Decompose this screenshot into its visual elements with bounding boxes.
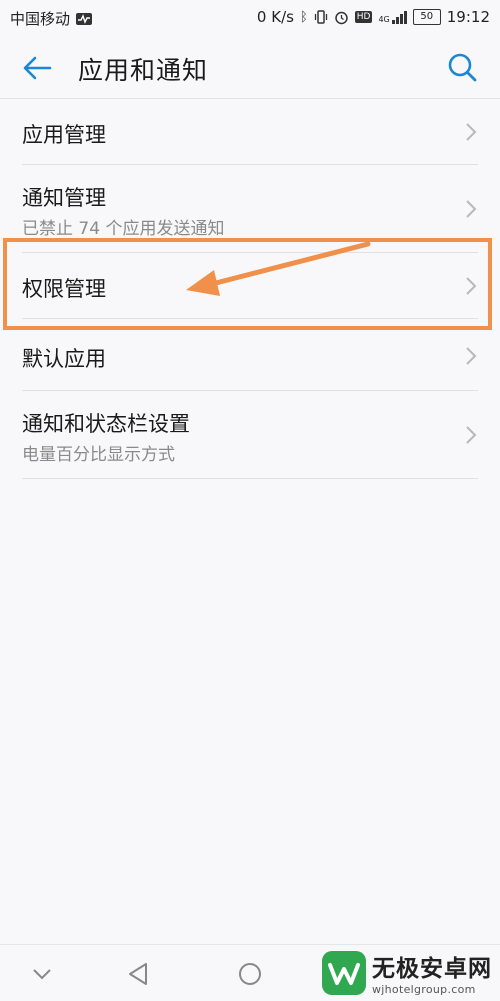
page-title: 应用和通知 [78, 56, 209, 85]
home-circle-icon[interactable] [235, 959, 265, 989]
hd-icon: HD [354, 11, 373, 23]
chevron-right-icon [466, 347, 477, 365]
chevron-right-icon [466, 277, 477, 295]
bluetooth-icon: ᛒ [299, 9, 308, 25]
search-icon [448, 53, 477, 82]
back-triangle-icon[interactable] [124, 959, 154, 989]
item-title: 通知管理 [22, 186, 106, 210]
clock: 19:12 [446, 8, 490, 26]
chevron-right-icon [466, 200, 477, 218]
app-header: 应用和通知 [0, 34, 500, 99]
item-title: 默认应用 [22, 347, 106, 371]
list-item-notification-management[interactable]: 通知管理 已禁止 74 个应用发送通知 [0, 165, 500, 253]
search-button[interactable] [444, 50, 480, 86]
divider [22, 478, 478, 479]
hide-keyboard-chevron-icon[interactable] [27, 959, 57, 989]
network-type: 4G [378, 14, 390, 24]
list-item-notification-statusbar-settings[interactable]: 通知和状态栏设置 电量百分比显示方式 [0, 391, 500, 479]
vibrate-icon [314, 10, 327, 24]
back-button[interactable] [20, 50, 56, 86]
signal-icon: 4G [378, 10, 407, 24]
list-item-permission-management[interactable]: 权限管理 [0, 253, 500, 319]
chevron-right-icon [466, 426, 477, 444]
network-speed: 0 K/s [256, 8, 294, 26]
settings-list: 应用管理 通知管理 已禁止 74 个应用发送通知 权限管理 默认应用 通知和状态… [0, 99, 500, 479]
item-subtitle: 已禁止 74 个应用发送通知 [22, 219, 225, 239]
activity-icon [76, 12, 93, 25]
alarm-icon [335, 11, 348, 24]
navigation-bar [0, 944, 500, 1001]
battery-icon: 50 [412, 9, 441, 25]
carrier-label: 中国移动 [10, 10, 71, 28]
item-title: 应用管理 [22, 123, 106, 147]
item-subtitle: 电量百分比显示方式 [22, 445, 175, 465]
list-item-default-apps[interactable]: 默认应用 [0, 329, 500, 391]
chevron-right-icon [466, 123, 477, 141]
item-title: 权限管理 [22, 277, 106, 301]
list-item-app-management[interactable]: 应用管理 [0, 99, 500, 165]
status-bar: 中国移动 0 K/s ᛒ HD 4G 50 19:12 [0, 0, 500, 34]
divider [22, 318, 478, 319]
back-arrow-icon [23, 56, 52, 80]
item-title: 通知和状态栏设置 [22, 412, 190, 436]
